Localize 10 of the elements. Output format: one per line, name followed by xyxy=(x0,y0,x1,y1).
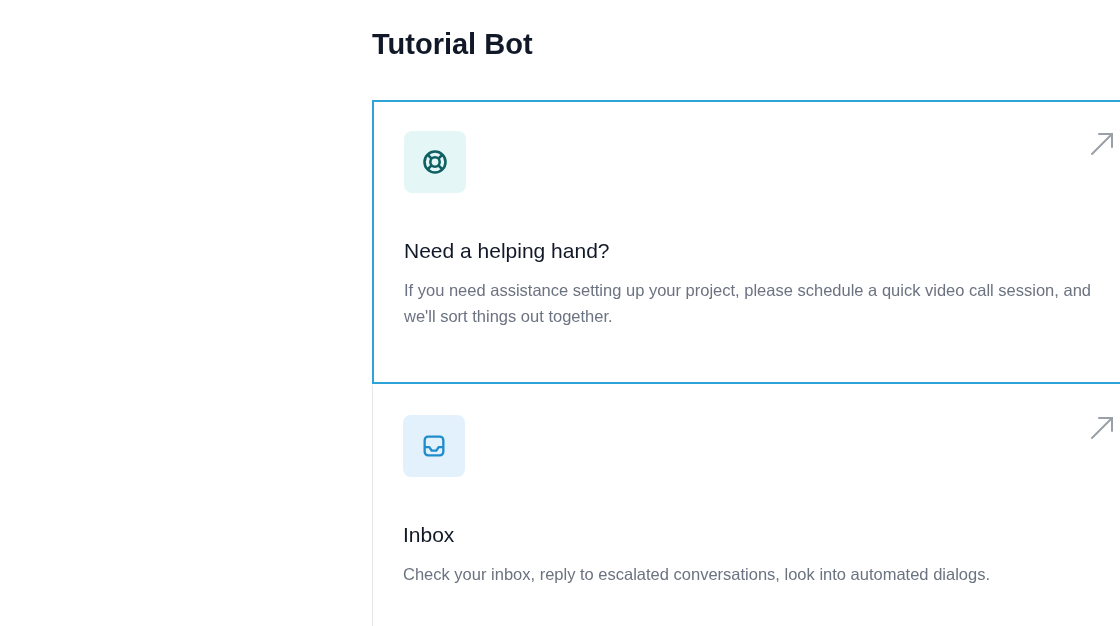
card-title: Inbox xyxy=(403,523,456,547)
lifebuoy-icon xyxy=(421,148,449,176)
arrow-up-right-icon xyxy=(1089,415,1115,441)
link-card[interactable]: Inbox Check your inbox, reply to escalated conversations, look into automated dialogs. xyxy=(372,384,1120,626)
page-title: Tutorial Bot xyxy=(372,27,534,62)
card-title: Need a helping hand? xyxy=(404,239,611,263)
arrow-up-right-icon xyxy=(1089,131,1115,157)
card-description: If you need assistance setting up your project, please schedule a quick video call session, and we'll sort things out together. xyxy=(404,280,1092,327)
card-description: Check your inbox, reply to escalated conversations, look into automated dialogs. xyxy=(403,564,991,585)
link-card[interactable]: Need a helping hand? If you need assistance setting up your project, please schedule a quick video call session, and we'll sort things out together. xyxy=(372,100,1120,384)
